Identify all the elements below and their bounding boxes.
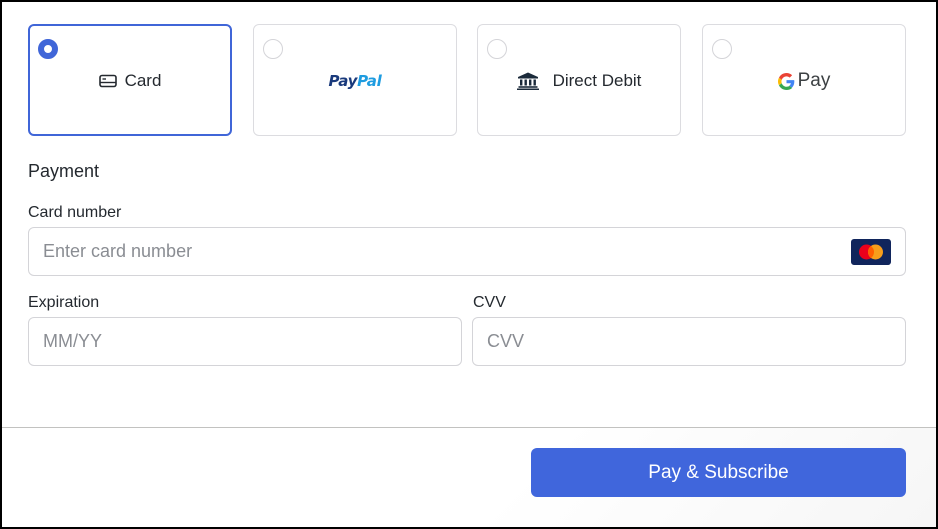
google-pay-label: Pay (797, 70, 831, 91)
radio-paypal[interactable] (263, 39, 283, 59)
mastercard-circles (859, 244, 883, 260)
payment-method-direct-debit[interactable]: Direct Debit (477, 24, 681, 136)
card-number-label: Card number (28, 204, 122, 221)
payment-method-card[interactable]: Card (28, 24, 232, 136)
pay-and-subscribe-button[interactable]: Pay & Subscribe (531, 448, 906, 497)
bank-icon (516, 72, 539, 90)
paypal-wordmark-pay: Pay (328, 72, 358, 90)
payment-method-direct-debit-label: Direct Debit (552, 71, 642, 90)
cvv-label: CVV (473, 294, 506, 311)
section-title-payment: Payment (28, 161, 100, 181)
expiration-input[interactable] (29, 318, 461, 365)
payment-method-google-pay[interactable]: Pay (702, 24, 906, 136)
cvv-field-wrapper (472, 317, 906, 366)
payment-method-paypal[interactable]: PayPal (253, 24, 457, 136)
radio-direct-debit[interactable] (487, 39, 507, 59)
payment-method-card-label: Card (124, 71, 162, 90)
paypal-wordmark-pal: Pal (357, 72, 382, 90)
cvv-input[interactable] (473, 318, 905, 365)
paypal-logo: PayPal (254, 69, 456, 93)
google-g-icon (777, 72, 794, 90)
radio-card-selected[interactable] (38, 39, 58, 59)
payment-form-container: Card PayPal Direct Debit Pay Payment Car… (2, 2, 936, 527)
credit-card-icon (98, 74, 117, 88)
radio-google-pay[interactable] (712, 39, 732, 59)
card-number-field-wrapper (28, 227, 906, 276)
payment-method-card-content: Card (30, 69, 230, 93)
card-number-input[interactable] (29, 228, 905, 275)
google-pay-wordmark: Pay (777, 70, 831, 92)
payment-method-direct-debit-content: Direct Debit (478, 69, 680, 93)
paypal-wordmark: PayPal (329, 72, 382, 90)
google-pay-logo: Pay (703, 69, 905, 93)
mastercard-icon (851, 239, 891, 265)
expiration-field-wrapper (28, 317, 462, 366)
payment-method-selector: Card PayPal Direct Debit Pay (28, 24, 906, 136)
expiration-label: Expiration (28, 294, 100, 311)
